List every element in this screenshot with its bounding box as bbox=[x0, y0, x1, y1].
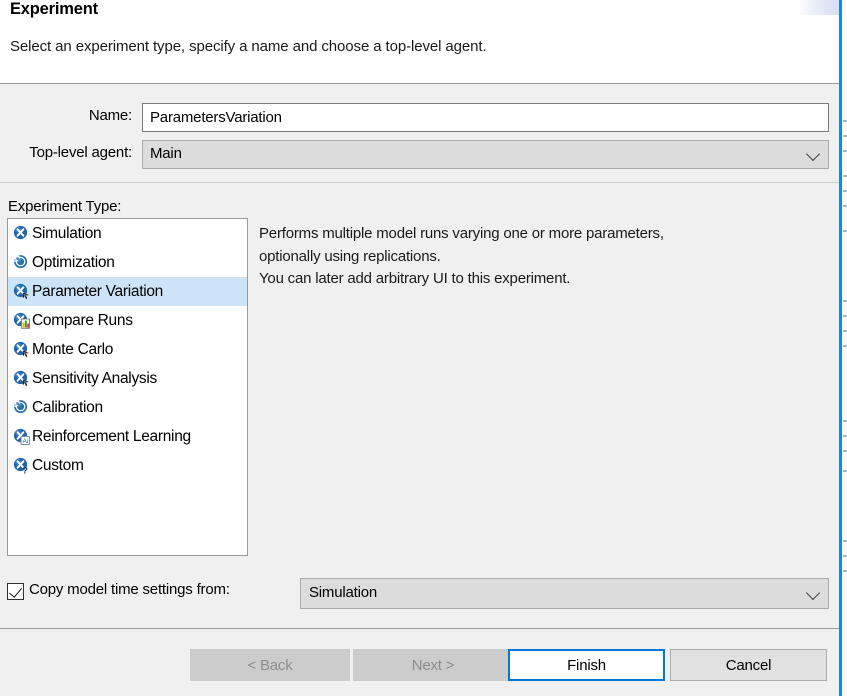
cancel-button[interactable]: Cancel bbox=[670, 649, 827, 681]
background-window-sliver bbox=[843, 470, 847, 472]
experiment-type-item[interactable]: Calibration bbox=[8, 393, 247, 422]
svg-text:?: ? bbox=[22, 465, 28, 474]
experiment-type-item-label: Custom bbox=[32, 456, 84, 474]
compare-runs-chart-icon bbox=[13, 312, 30, 329]
background-window-sliver bbox=[843, 150, 847, 152]
dialog-body: Name: Top-level agent: Main Experiment T… bbox=[0, 85, 839, 628]
custom-question-icon: ? bbox=[13, 457, 30, 474]
optimization-spiral-icon bbox=[13, 254, 30, 271]
name-label: Name: bbox=[88, 107, 132, 124]
monte-carlo-icon bbox=[13, 341, 30, 358]
experiment-type-item-label: Calibration bbox=[32, 398, 103, 416]
dialog-button-bar: < Back Next > Finish Cancel bbox=[0, 629, 839, 696]
background-window-sliver bbox=[843, 230, 847, 232]
background-window-sliver bbox=[843, 345, 847, 347]
background-window-sliver bbox=[843, 205, 847, 207]
experiment-type-item-label: Simulation bbox=[32, 224, 102, 242]
background-window-sliver bbox=[843, 300, 847, 302]
description-line-2: optionally using replications. bbox=[259, 247, 441, 265]
sensitivity-analysis-icon bbox=[13, 370, 30, 387]
finish-button[interactable]: Finish bbox=[508, 649, 665, 681]
background-window-sliver bbox=[843, 420, 847, 422]
copy-time-settings-row: Copy model time settings from: Simulatio… bbox=[7, 578, 832, 609]
experiment-type-item[interactable]: Simulation bbox=[8, 219, 247, 248]
page-title: Experiment bbox=[10, 0, 98, 18]
experiment-type-item-label: Sensitivity Analysis bbox=[32, 369, 157, 387]
background-window-sliver bbox=[843, 135, 847, 137]
window-right-border bbox=[839, 0, 847, 696]
background-window-sliver bbox=[843, 190, 847, 192]
background-window-sliver bbox=[843, 570, 847, 572]
dialog-header: Experiment Select an experiment type, sp… bbox=[0, 0, 839, 84]
next-button[interactable]: Next > bbox=[353, 649, 513, 681]
background-window-sliver bbox=[843, 540, 847, 542]
background-window-sliver bbox=[843, 435, 847, 437]
back-button[interactable]: < Back bbox=[190, 649, 350, 681]
reinforcement-learning-ai-icon: Ai bbox=[13, 428, 30, 445]
background-window-sliver bbox=[843, 175, 847, 177]
svg-text:Ai: Ai bbox=[22, 438, 28, 445]
description-line-3: You can later add arbitrary UI to this e… bbox=[259, 270, 571, 287]
experiment-type-item[interactable]: Sensitivity Analysis bbox=[8, 364, 247, 393]
checkmark-icon bbox=[8, 584, 23, 598]
experiment-type-item-label: Optimization bbox=[32, 253, 115, 271]
top-level-agent-value: Main bbox=[150, 145, 182, 162]
experiment-type-label: Experiment Type: bbox=[8, 198, 122, 215]
experiment-type-item[interactable]: Parameter Variation bbox=[8, 277, 247, 306]
description-line-1: Performs multiple model runs varying one… bbox=[259, 225, 664, 242]
parameter-variation-icon bbox=[13, 283, 30, 300]
experiment-type-item-label: Reinforcement Learning bbox=[32, 427, 191, 445]
simulation-x-icon bbox=[13, 225, 30, 242]
experiment-type-item[interactable]: Monte Carlo bbox=[8, 335, 247, 364]
experiment-type-list[interactable]: Simulation Optimization Parameter Variatio… bbox=[7, 218, 248, 556]
experiment-type-item[interactable]: Optimization bbox=[8, 248, 247, 277]
experiment-description: Performs multiple model runs varying one… bbox=[259, 223, 819, 291]
experiment-type-item[interactable]: Ai Reinforcement Learning bbox=[8, 422, 247, 451]
calibration-spiral-icon bbox=[13, 399, 30, 416]
background-window-sliver bbox=[843, 555, 847, 557]
background-window-sliver bbox=[843, 450, 847, 452]
background-window-sliver bbox=[843, 315, 847, 317]
chevron-down-icon bbox=[805, 146, 821, 161]
experiment-type-item[interactable]: ? Custom bbox=[8, 451, 247, 480]
background-window-sliver bbox=[843, 120, 847, 122]
name-input[interactable] bbox=[142, 103, 829, 132]
copy-time-settings-value: Simulation bbox=[309, 584, 378, 601]
experiment-type-item[interactable]: Compare Runs bbox=[8, 306, 247, 335]
page-subtitle: Select an experiment type, specify a nam… bbox=[10, 38, 487, 55]
experiment-type-item-label: Monte Carlo bbox=[32, 340, 114, 358]
top-level-agent-label: Top-level agent: bbox=[29, 144, 132, 161]
chevron-down-icon bbox=[805, 585, 821, 600]
active-window-border bbox=[839, 0, 842, 696]
top-level-agent-select[interactable]: Main bbox=[142, 140, 829, 169]
header-gradient-decoration bbox=[799, 0, 839, 15]
separator bbox=[0, 182, 839, 183]
copy-time-settings-select[interactable]: Simulation bbox=[300, 578, 829, 609]
experiment-wizard-dialog: Experiment Select an experiment type, sp… bbox=[0, 0, 839, 696]
experiment-type-item-label: Parameter Variation bbox=[32, 282, 163, 300]
background-window-sliver bbox=[843, 330, 847, 332]
experiment-type-item-label: Compare Runs bbox=[32, 311, 133, 329]
copy-time-settings-label: Copy model time settings from: bbox=[29, 581, 230, 598]
copy-time-settings-checkbox[interactable] bbox=[7, 583, 24, 600]
